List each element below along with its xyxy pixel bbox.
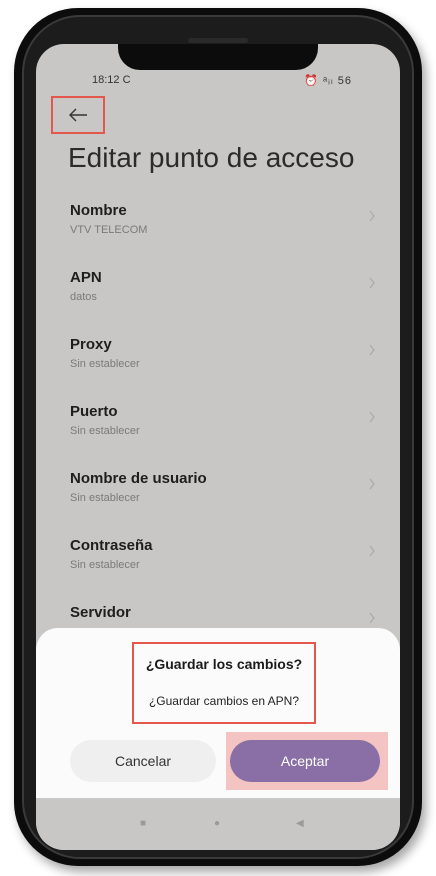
settings-item-label: Nombre de usuario — [70, 470, 207, 487]
navigation-bar: ■ ● ◀ — [36, 798, 400, 850]
back-button[interactable] — [51, 96, 105, 134]
status-time: 18:12 C — [92, 74, 131, 86]
chevron-right-icon — [369, 411, 375, 423]
settings-item-value: datos — [70, 291, 97, 303]
settings-item-label: Contraseña — [70, 537, 153, 554]
settings-item-label: Servidor — [70, 604, 131, 621]
sync-icon: C — [122, 74, 131, 86]
settings-item-label: Proxy — [70, 336, 112, 353]
settings-item-proxy[interactable]: Proxy Sin establecer — [36, 334, 400, 401]
settings-item-value: VTV TELECOM — [70, 224, 148, 236]
settings-item-value: Sin establecer — [70, 559, 140, 571]
settings-item-puerto[interactable]: Puerto Sin establecer — [36, 401, 400, 468]
status-time-text: 18:12 — [92, 74, 120, 86]
chevron-right-icon — [369, 545, 375, 557]
chevron-right-icon — [369, 210, 375, 222]
recents-nav-icon[interactable]: ■ — [140, 818, 146, 829]
settings-item-value: Sin establecer — [70, 358, 140, 370]
accept-button[interactable]: Aceptar — [230, 740, 380, 782]
back-nav-icon[interactable]: ◀ — [296, 818, 304, 829]
settings-item-nombre-usuario[interactable]: Nombre de usuario Sin establecer — [36, 468, 400, 535]
settings-list: Nombre VTV TELECOM APN datos Proxy Sin e… — [36, 200, 400, 669]
settings-item-value: Sin establecer — [70, 492, 140, 504]
settings-item-label: Puerto — [70, 403, 118, 420]
home-nav-icon[interactable]: ● — [214, 818, 220, 829]
settings-item-value: Sin establecer — [70, 425, 140, 437]
page-title: Editar punto de acceso — [68, 142, 355, 173]
settings-item-nombre[interactable]: Nombre VTV TELECOM — [36, 200, 400, 267]
status-icons: ⏰ ᵃᵢₗ 56 — [304, 75, 352, 87]
settings-item-contrasena[interactable]: Contraseña Sin establecer — [36, 535, 400, 602]
status-bar: 18:12 C ⏰ ᵃᵢₗ 56 — [36, 74, 400, 94]
chevron-right-icon — [369, 612, 375, 624]
camera-notch — [118, 44, 318, 70]
chevron-right-icon — [369, 344, 375, 356]
dialog-title: ¿Guardar los cambios? — [145, 656, 303, 672]
settings-item-label: Nombre — [70, 202, 127, 219]
settings-item-label: APN — [70, 269, 102, 286]
arrow-left-icon — [69, 108, 87, 122]
speaker-grille — [188, 38, 248, 43]
chevron-right-icon — [369, 277, 375, 289]
cancel-button[interactable]: Cancelar — [70, 740, 216, 782]
chevron-right-icon — [369, 478, 375, 490]
settings-item-apn[interactable]: APN datos — [36, 267, 400, 334]
save-dialog-highlight: ¿Guardar los cambios? ¿Guardar cambios e… — [132, 642, 316, 724]
dialog-message: ¿Guardar cambios en APN? — [148, 694, 300, 708]
phone-screen: 18:12 C ⏰ ᵃᵢₗ 56 Editar punto de acceso … — [36, 44, 400, 850]
